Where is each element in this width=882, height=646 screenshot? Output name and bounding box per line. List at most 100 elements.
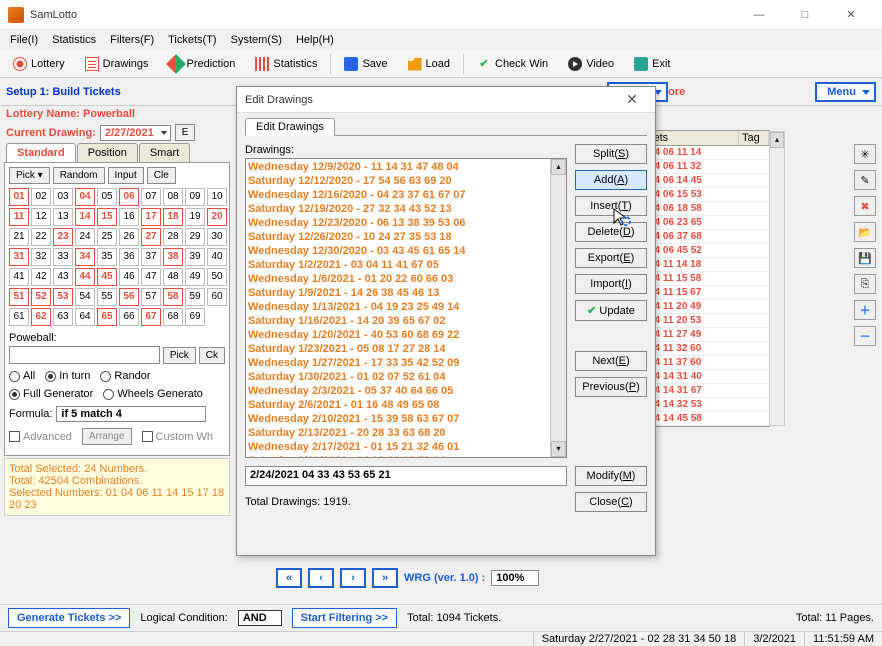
number-67[interactable]: 67 xyxy=(141,308,161,326)
number-64[interactable]: 64 xyxy=(75,308,95,326)
number-04[interactable]: 04 xyxy=(75,188,95,206)
toolbar-statistics[interactable]: Statistics xyxy=(246,53,326,75)
tickets-col-tickets[interactable]: kets xyxy=(645,131,739,145)
number-57[interactable]: 57 xyxy=(141,288,161,306)
number-20[interactable]: 20 xyxy=(207,208,227,226)
number-56[interactable]: 56 xyxy=(119,288,139,306)
number-66[interactable]: 66 xyxy=(119,308,139,326)
add-button[interactable]: Add(A) xyxy=(575,170,647,190)
nav-next[interactable]: › xyxy=(340,568,366,588)
nav-last[interactable]: » xyxy=(372,568,398,588)
ticket-row[interactable]: 04 11 20 53 xyxy=(645,314,769,328)
list-scroll-up[interactable]: ▴ xyxy=(551,159,566,175)
number-38[interactable]: 38 xyxy=(163,248,183,266)
toolbar-exit[interactable]: Exit xyxy=(625,53,679,75)
drawing-row[interactable]: Wednesday 2/17/2021 - 01 15 21 32 46 01 xyxy=(248,440,564,454)
ticket-row[interactable]: 04 06 45 52 xyxy=(645,244,769,258)
drawing-row[interactable]: Saturday 1/30/2021 - 01 02 07 52 61 04 xyxy=(248,370,564,384)
number-03[interactable]: 03 xyxy=(53,188,73,206)
number-30[interactable]: 30 xyxy=(207,228,227,246)
drawing-row[interactable]: Saturday 1/23/2021 - 05 08 17 27 28 14 xyxy=(248,342,564,356)
number-36[interactable]: 36 xyxy=(119,248,139,266)
number-42[interactable]: 42 xyxy=(31,268,51,286)
tickets-scroll-up[interactable]: ▴ xyxy=(770,132,784,148)
number-41[interactable]: 41 xyxy=(9,268,29,286)
minimize-button[interactable]: — xyxy=(736,0,782,30)
ticket-row[interactable]: 04 11 37 60 xyxy=(645,356,769,370)
ticket-row[interactable]: 04 06 14 45 xyxy=(645,174,769,188)
start-filtering-button[interactable]: Start Filtering >> xyxy=(292,608,397,628)
number-19[interactable]: 19 xyxy=(185,208,205,226)
number-59[interactable]: 59 xyxy=(185,288,205,306)
tab-standard[interactable]: Standard xyxy=(6,143,76,162)
poweball-pick[interactable]: Pick xyxy=(163,347,196,364)
number-65[interactable]: 65 xyxy=(97,308,117,326)
side-new-icon[interactable]: ✳ xyxy=(854,144,876,164)
drawing-row[interactable]: Saturday 2/20/2021 - 04 08 22 32 58 04 xyxy=(248,454,564,458)
drawing-row[interactable]: Wednesday 12/23/2020 - 06 13 38 39 53 06 xyxy=(248,216,564,230)
number-01[interactable]: 01 xyxy=(9,188,29,206)
side-delete-icon[interactable]: ✖ xyxy=(854,196,876,216)
number-47[interactable]: 47 xyxy=(141,268,161,286)
ticket-row[interactable]: 04 11 32 60 xyxy=(645,342,769,356)
number-18[interactable]: 18 xyxy=(163,208,183,226)
logical-combo[interactable]: AND xyxy=(238,610,282,626)
radio-all[interactable]: All xyxy=(9,370,35,382)
drawing-row[interactable]: Wednesday 2/3/2021 - 05 37 40 64 66 05 xyxy=(248,384,564,398)
drawing-row[interactable]: Wednesday 1/6/2021 - 01 20 22 60 66 03 xyxy=(248,272,564,286)
ticket-row[interactable]: 04 14 45 58 xyxy=(645,412,769,426)
maximize-button[interactable]: □ xyxy=(782,0,828,30)
ticket-row[interactable]: 04 11 15 67 xyxy=(645,286,769,300)
number-26[interactable]: 26 xyxy=(119,228,139,246)
drawing-row[interactable]: Wednesday 12/16/2020 - 04 23 37 61 67 07 xyxy=(248,188,564,202)
side-save-icon[interactable]: 💾 xyxy=(854,248,876,268)
number-24[interactable]: 24 xyxy=(75,228,95,246)
ticket-row[interactable]: 04 14 31 40 xyxy=(645,370,769,384)
radio-random[interactable]: Randor xyxy=(100,370,150,382)
close-button[interactable]: ✕ xyxy=(828,0,874,30)
close-dialog-button[interactable]: Close(C) xyxy=(575,492,647,512)
drawing-row[interactable]: Wednesday 1/13/2021 - 04 19 23 25 49 14 xyxy=(248,300,564,314)
toolbar-prediction[interactable]: Prediction xyxy=(160,53,245,75)
number-46[interactable]: 46 xyxy=(119,268,139,286)
number-25[interactable]: 25 xyxy=(97,228,117,246)
tickets-col-tag[interactable]: Tag xyxy=(739,131,769,145)
radio-wheels-gen[interactable]: Wheels Generato xyxy=(103,388,203,400)
poweball-clear[interactable]: Ck xyxy=(199,347,225,364)
number-06[interactable]: 06 xyxy=(119,188,139,206)
menu-filters[interactable]: Filters(F) xyxy=(104,32,160,48)
number-39[interactable]: 39 xyxy=(185,248,205,266)
number-14[interactable]: 14 xyxy=(75,208,95,226)
number-37[interactable]: 37 xyxy=(141,248,161,266)
number-61[interactable]: 61 xyxy=(9,308,29,326)
number-02[interactable]: 02 xyxy=(31,188,51,206)
toolbar-load[interactable]: Load xyxy=(399,53,459,75)
update-button[interactable]: ✔ Update xyxy=(575,300,647,321)
custom-check[interactable]: Custom Wh xyxy=(142,431,213,443)
drawing-row[interactable]: Wednesday 2/10/2021 - 15 39 58 63 67 07 xyxy=(248,412,564,426)
drawing-row[interactable]: Wednesday 12/30/2020 - 03 43 45 61 65 14 xyxy=(248,244,564,258)
toolbar-drawings[interactable]: Drawings xyxy=(76,53,158,75)
drawing-row[interactable]: Saturday 12/12/2020 - 17 54 56 63 69 20 xyxy=(248,174,564,188)
number-17[interactable]: 17 xyxy=(141,208,161,226)
list-scroll-down[interactable]: ▾ xyxy=(551,441,566,457)
clear-button[interactable]: Cle xyxy=(147,167,176,184)
zoom-combo[interactable]: 100% xyxy=(491,570,539,586)
drawing-row[interactable]: Saturday 12/26/2020 - 10 24 27 35 53 18 xyxy=(248,230,564,244)
number-05[interactable]: 05 xyxy=(97,188,117,206)
nav-first[interactable]: « xyxy=(276,568,302,588)
edit-drawing-button[interactable]: E xyxy=(175,124,196,141)
number-32[interactable]: 32 xyxy=(31,248,51,266)
export-button[interactable]: Export(E) xyxy=(575,248,647,268)
previous-button[interactable]: Previous(P) xyxy=(575,377,647,397)
number-23[interactable]: 23 xyxy=(53,228,73,246)
toolbar-check-win[interactable]: ✔Check Win xyxy=(468,53,557,75)
number-45[interactable]: 45 xyxy=(97,268,117,286)
drawing-row[interactable]: Wednesday 1/27/2021 - 17 33 35 42 52 09 xyxy=(248,356,564,370)
side-remove-icon[interactable]: － xyxy=(854,326,876,346)
drawing-row[interactable]: Saturday 2/6/2021 - 01 16 48 49 65 08 xyxy=(248,398,564,412)
number-58[interactable]: 58 xyxy=(163,288,183,306)
number-44[interactable]: 44 xyxy=(75,268,95,286)
number-60[interactable]: 60 xyxy=(207,288,227,306)
number-50[interactable]: 50 xyxy=(207,268,227,286)
